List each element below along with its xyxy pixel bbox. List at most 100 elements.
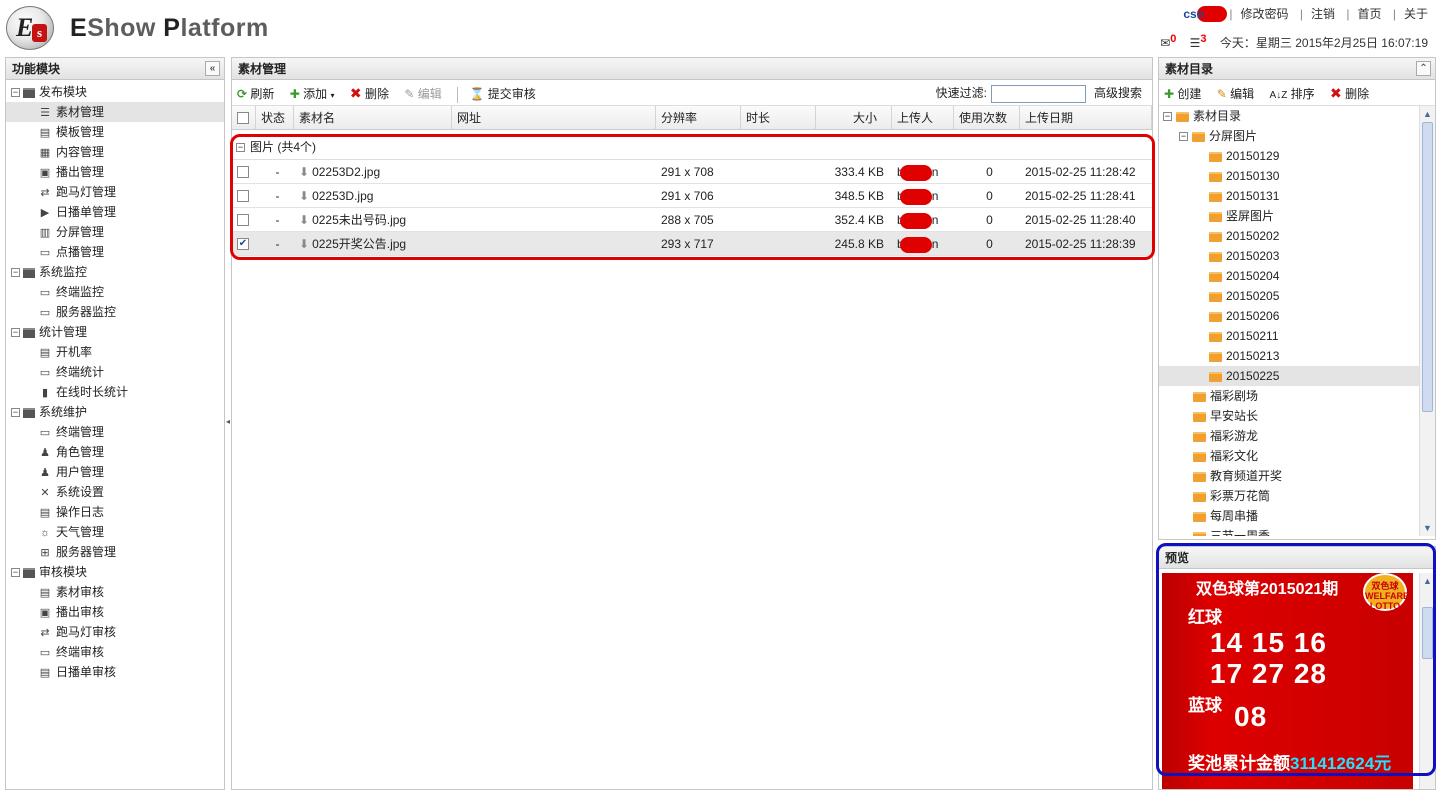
sidebar-item[interactable]: ▭ 终端监控 [6, 282, 224, 302]
sidebar-item[interactable]: ☼ 天气管理 [6, 522, 224, 542]
col-name[interactable]: 素材名 [294, 106, 452, 129]
sidebar-group[interactable]: − 系统监控 [6, 262, 224, 282]
dir-node[interactable]: 20150130 [1159, 166, 1435, 186]
col-uploader[interactable]: 上传人 [892, 106, 954, 129]
dir-node[interactable]: 20150205 [1159, 286, 1435, 306]
mail-icon[interactable]: ✉0 [1160, 33, 1176, 50]
col-size[interactable]: 大小 [816, 106, 892, 129]
collapse-node-icon[interactable]: − [1179, 132, 1188, 142]
dir-scrollbar[interactable]: ▲ ▼ [1419, 106, 1435, 536]
add-button[interactable]: ✚ 添加 ▾ [290, 81, 335, 109]
sidebar-group[interactable]: − 发布模块 [6, 82, 224, 102]
dir-node[interactable]: 竖屏图片 [1159, 206, 1435, 226]
advanced-search-link[interactable]: 高级搜索 [1094, 86, 1142, 100]
collapse-node-icon[interactable]: − [11, 328, 20, 338]
sidebar-item[interactable]: ⊞ 服务器管理 [6, 542, 224, 562]
dir-node[interactable]: 三节一周季 [1159, 526, 1435, 536]
dir-node[interactable]: 20150129 [1159, 146, 1435, 166]
sidebar-item[interactable]: ▮ 在线时长统计 [6, 382, 224, 402]
about-link[interactable]: 关于 [1404, 7, 1428, 21]
current-user-link[interactable]: csn [1183, 6, 1227, 22]
collapse-arrow-icon[interactable]: ◂ [226, 417, 230, 426]
edit-button[interactable]: ✎ 编辑 [404, 81, 441, 107]
dir-node[interactable]: 福彩文化 [1159, 446, 1435, 466]
dir-node[interactable]: 20150203 [1159, 246, 1435, 266]
sidebar-item[interactable]: ▦ 内容管理 [6, 142, 224, 162]
folder-icon [1176, 111, 1189, 122]
dir-node[interactable]: 20150225 [1159, 366, 1435, 386]
collapse-dir-button[interactable]: ⌃ [1416, 61, 1431, 76]
sidebar-group[interactable]: − 统计管理 [6, 322, 224, 342]
sidebar-item[interactable]: ▭ 终端审核 [6, 642, 224, 662]
sidebar-group[interactable]: − 审核模块 [6, 562, 224, 582]
dir-node[interactable]: 彩票万花筒 [1159, 486, 1435, 506]
col-date[interactable]: 上传日期 [1020, 106, 1152, 129]
collapse-node-icon[interactable]: − [11, 568, 20, 578]
refresh-button[interactable]: ⟳ 刷新 [237, 81, 274, 107]
sidebar-item[interactable]: ▶ 日播单管理 [6, 202, 224, 222]
collapse-node-icon[interactable]: − [11, 268, 20, 278]
grid-icon: ▦ [39, 147, 51, 159]
create-dir-button[interactable]: ✚ 创建 [1164, 81, 1201, 107]
col-url[interactable]: 网址 [452, 106, 656, 129]
sidebar-item[interactable]: ♟ 用户管理 [6, 462, 224, 482]
col-status[interactable]: 状态 [256, 106, 294, 129]
sidebar-item[interactable]: ▤ 模板管理 [6, 122, 224, 142]
highlight-frame-blue [1156, 543, 1436, 776]
collapse-node-icon[interactable]: − [11, 408, 20, 418]
col-duration[interactable]: 时长 [741, 106, 816, 129]
dir-node[interactable]: 20150213 [1159, 346, 1435, 366]
sidebar-item[interactable]: ☰ 素材管理 [6, 102, 224, 122]
dir-node[interactable]: 早安站长 [1159, 406, 1435, 426]
sidebar-item[interactable]: ▤ 操作日志 [6, 502, 224, 522]
dir-node[interactable]: − 分屏图片 [1159, 126, 1435, 146]
home-link[interactable]: 首页 [1358, 7, 1382, 21]
change-password-link[interactable]: 修改密码 [1241, 7, 1289, 21]
logout-link[interactable]: 注销 [1311, 7, 1335, 21]
app-logo: Es [6, 6, 54, 50]
scroll-down-icon[interactable]: ▼ [1422, 522, 1433, 534]
dir-node[interactable]: 教育频道开奖 [1159, 466, 1435, 486]
dir-node[interactable]: 20150131 [1159, 186, 1435, 206]
edit-dir-button[interactable]: ✎ 编辑 [1217, 81, 1254, 107]
sidebar-item[interactable]: ▤ 素材审核 [6, 582, 224, 602]
scroll-thumb[interactable] [1422, 122, 1433, 412]
sidebar-item[interactable]: ▭ 终端管理 [6, 422, 224, 442]
sidebar-item[interactable]: ⇄ 跑马灯审核 [6, 622, 224, 642]
dir-node[interactable]: 20150211 [1159, 326, 1435, 346]
col-uses[interactable]: 使用次数 [954, 106, 1020, 129]
delete-dir-button[interactable]: ✖ 删除 [1330, 80, 1369, 107]
dir-root[interactable]: − 素材目录 [1159, 106, 1435, 126]
dir-node[interactable]: 每周串播 [1159, 506, 1435, 526]
scroll-up-icon[interactable]: ▲ [1422, 108, 1433, 120]
select-all-header[interactable] [232, 106, 256, 129]
submit-review-button[interactable]: ⌛ 提交审核 [469, 81, 535, 107]
sidebar-item[interactable]: ▤ 日播单审核 [6, 662, 224, 682]
sidebar-item[interactable]: ▭ 终端统计 [6, 362, 224, 382]
dir-node[interactable]: 福彩剧场 [1159, 386, 1435, 406]
sidebar-item[interactable]: ▭ 点播管理 [6, 242, 224, 262]
dir-node[interactable]: 20150202 [1159, 226, 1435, 246]
dir-node[interactable]: 20150204 [1159, 266, 1435, 286]
sidebar-item[interactable]: ♟ 角色管理 [6, 442, 224, 462]
sidebar-item[interactable]: ▣ 播出审核 [6, 602, 224, 622]
sort-dir-button[interactable]: A↓Z 排序 [1270, 81, 1315, 109]
sidebar-item[interactable]: ▤ 开机率 [6, 342, 224, 362]
sidebar-item[interactable]: ▣ 播出管理 [6, 162, 224, 182]
quick-filter-input[interactable] [990, 84, 1086, 103]
sidebar-item[interactable]: ✕ 系统设置 [6, 482, 224, 502]
message-icon[interactable]: ☰3 [1190, 33, 1207, 50]
sidebar-item[interactable]: ▥ 分屏管理 [6, 222, 224, 242]
sidebar-item[interactable]: ▭ 服务器监控 [6, 302, 224, 322]
collapse-node-icon[interactable]: − [1163, 112, 1172, 122]
grid-header: 状态 素材名 网址 分辨率 时长 大小 上传人 使用次数 上传日期 [232, 106, 1152, 130]
delete-button[interactable]: ✖ 删除 [350, 80, 389, 107]
col-resolution[interactable]: 分辨率 [656, 106, 741, 129]
dir-node[interactable]: 20150206 [1159, 306, 1435, 326]
sidebar-item[interactable]: ⇄ 跑马灯管理 [6, 182, 224, 202]
collapse-node-icon[interactable]: − [11, 88, 20, 98]
select-all-checkbox[interactable] [237, 111, 249, 124]
dir-node[interactable]: 福彩游龙 [1159, 426, 1435, 446]
collapse-sidebar-button[interactable]: « [205, 61, 220, 76]
sidebar-group[interactable]: − 系统维护 [6, 402, 224, 422]
